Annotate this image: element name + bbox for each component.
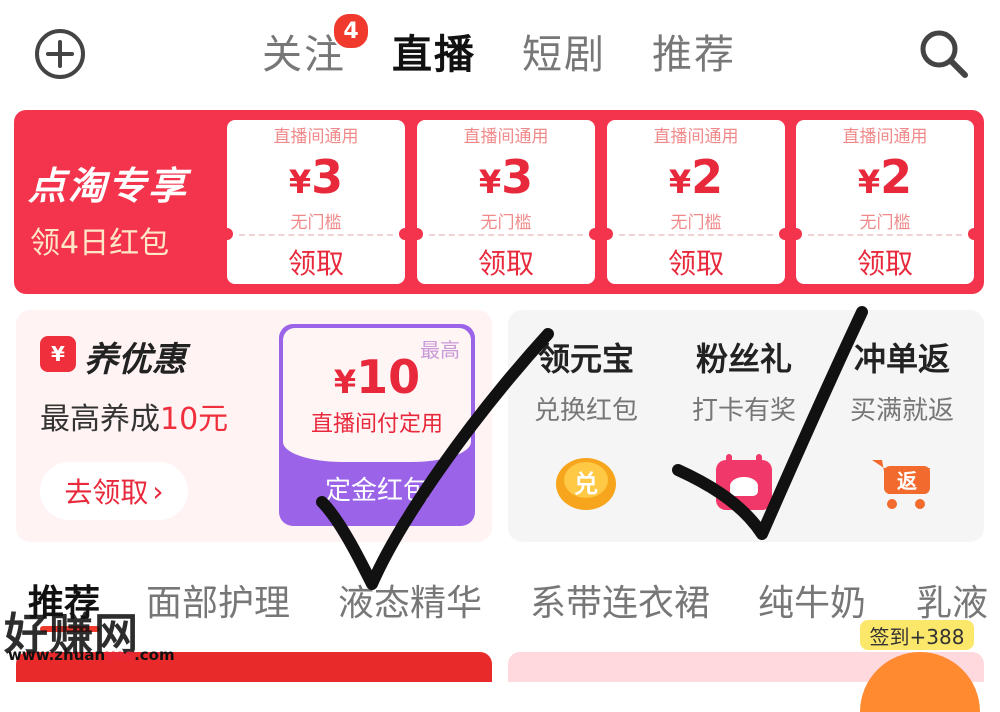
coupon-condition: 无门槛 (859, 213, 911, 233)
watermark-url: www.zhuanyes.com (8, 646, 175, 664)
svg-text:兑: 兑 (574, 470, 598, 498)
tab-short-drama[interactable]: 短剧 (522, 22, 606, 80)
coupon-notch (968, 228, 980, 240)
feature-title[interactable]: 领元宝 (506, 334, 666, 380)
plus-circle-icon (35, 29, 85, 79)
feed-card-thumbnail[interactable] (508, 652, 984, 712)
calendar-gift-icon[interactable] (712, 454, 776, 512)
coupon-card[interactable]: 直播间通用 ¥2 无门槛 领取 (601, 120, 791, 284)
deposit-amount: ¥10 (333, 350, 421, 404)
coupon-card[interactable]: 直播间通用 ¥3 无门槛 领取 (221, 120, 411, 284)
go-claim-button[interactable]: 去领取 › (40, 462, 188, 520)
follow-count-badge: 4 (332, 12, 370, 50)
coupon-notch (790, 228, 802, 240)
coupon-condition: 无门槛 (670, 213, 722, 233)
feature-subtitle: 打卡有奖 (691, 396, 796, 426)
tab-live[interactable]: 直播 (392, 22, 476, 80)
coupon-amount: ¥2 (668, 150, 724, 204)
search-button[interactable] (912, 22, 974, 84)
deposit-redpacket-button[interactable]: 定金红包 (279, 470, 475, 507)
savings-subtitle: 最高养成10元 (40, 402, 229, 437)
coupon-tag: 直播间通用 (273, 127, 359, 147)
floating-reward-icon[interactable] (860, 652, 980, 712)
add-button[interactable] (30, 24, 90, 84)
claim-button[interactable]: 领取 (796, 242, 974, 282)
coupon-amount: ¥2 (857, 150, 913, 204)
savings-title: 养优惠 (84, 340, 186, 380)
coupon-tag: 直播间通用 (653, 127, 739, 147)
claim-button[interactable]: 领取 (607, 242, 785, 282)
category-tab[interactable]: 液态精华 (338, 574, 482, 626)
coupon-notch (589, 228, 601, 240)
coupon-tag: 直播间通用 (463, 127, 549, 147)
coupon-amount: ¥3 (478, 150, 534, 204)
coupon-notch (221, 228, 233, 240)
coupon-divider (808, 234, 962, 236)
chevron-right-icon: › (152, 474, 164, 508)
coupon-card[interactable]: 直播间通用 ¥2 无门槛 领取 (790, 120, 980, 284)
yuan-icon: ¥ (40, 336, 76, 372)
coupon-notch (411, 228, 423, 240)
category-tab[interactable]: 纯牛奶 (758, 574, 866, 626)
coupon-condition: 无门槛 (480, 213, 532, 233)
checkin-badge[interactable]: 签到+388 (860, 620, 974, 650)
category-tab[interactable]: 面部护理 (146, 574, 290, 626)
category-tab[interactable]: 乳液 (916, 574, 988, 626)
gold-ingot-icon[interactable]: 兑 (554, 454, 618, 512)
coupon-divider (239, 234, 393, 236)
shopping-cart-icon[interactable]: 返 (870, 454, 934, 512)
search-icon (920, 30, 968, 78)
feature-title[interactable]: 粉丝礼 (664, 334, 824, 380)
feature-subtitle: 买满就返 (849, 396, 954, 426)
category-tab[interactable]: 系带连衣裙 (530, 574, 710, 626)
banner-subtitle: 领4日红包 (30, 226, 170, 261)
coupon-notch (601, 228, 613, 240)
feature-title[interactable]: 冲单返 (822, 334, 982, 380)
coupon-amount: ¥3 (288, 150, 344, 204)
svg-text:返: 返 (897, 469, 917, 493)
coupon-divider (429, 234, 583, 236)
tab-recommend[interactable]: 推荐 (652, 22, 736, 80)
coupon-condition: 无门槛 (290, 213, 342, 233)
feature-subtitle: 兑换红包 (533, 396, 638, 426)
coupon-card[interactable]: 直播间通用 ¥3 无门槛 领取 (411, 120, 601, 284)
coupon-notch (399, 228, 411, 240)
coupon-divider (619, 234, 773, 236)
claim-button[interactable]: 领取 (227, 242, 405, 282)
deposit-desc: 直播间付定用 (310, 412, 443, 437)
banner-title: 点淘专享 (28, 164, 189, 208)
claim-button[interactable]: 领取 (417, 242, 595, 282)
coupon-tag: 直播间通用 (842, 127, 928, 147)
